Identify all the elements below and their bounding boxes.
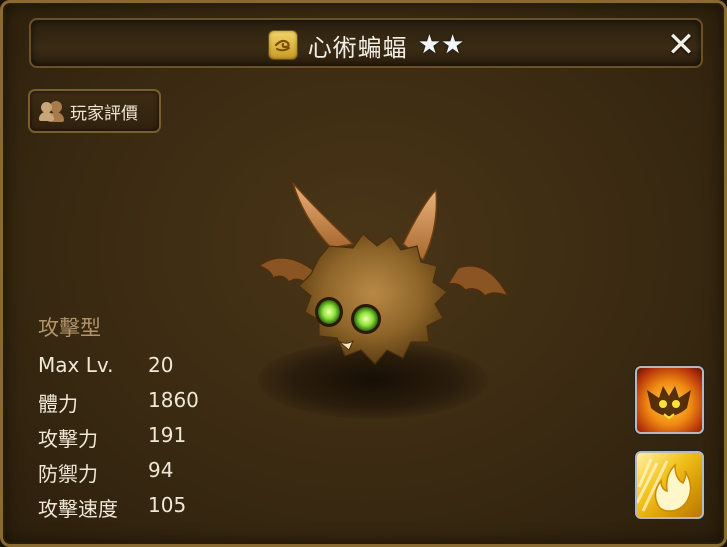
stat-value: 1860 bbox=[148, 388, 199, 412]
close-button[interactable]: ✕ bbox=[663, 27, 699, 63]
title-group: 心術蝙蝠 ★ ★ bbox=[31, 20, 701, 70]
stat-value: 191 bbox=[148, 423, 187, 447]
close-icon: ✕ bbox=[666, 25, 696, 65]
stat-label: 防禦力 bbox=[38, 462, 98, 486]
player-review-label: 玩家評價 bbox=[70, 103, 138, 124]
star-rating: ★ ★ bbox=[418, 32, 465, 58]
star-icon: ★ bbox=[441, 30, 465, 60]
star-icon: ★ bbox=[417, 30, 441, 60]
stat-label: 體力 bbox=[38, 392, 78, 416]
skill-1-button[interactable] bbox=[635, 366, 704, 434]
stat-label: Max Lv. bbox=[38, 353, 114, 377]
monster-name-title: 心術蝙蝠 bbox=[307, 33, 408, 62]
player-review-button[interactable]: 玩家評價 bbox=[28, 89, 161, 133]
wind-swirl-icon bbox=[274, 39, 290, 52]
players-icon bbox=[39, 100, 64, 122]
wind-element-icon bbox=[267, 30, 298, 60]
stat-value: 20 bbox=[148, 353, 174, 377]
monster-model-image bbox=[257, 182, 510, 365]
skill-2-button[interactable] bbox=[635, 451, 704, 519]
stat-label: 攻擊力 bbox=[38, 427, 98, 451]
title-bar: 心術蝙蝠 ★ ★ bbox=[29, 18, 703, 68]
stat-label: 攻擊速度 bbox=[38, 497, 118, 521]
monster-type-label: 攻擊型 bbox=[38, 316, 101, 340]
monster-info-panel: 心術蝙蝠 ★ ★ ✕ 玩家評價 攻擊型 Max Lv. 20 體力 1860 攻… bbox=[0, 0, 727, 547]
bat-screech-skill-icon bbox=[647, 386, 691, 420]
stat-value: 105 bbox=[148, 493, 187, 517]
stat-value: 94 bbox=[148, 458, 174, 482]
flame-burst-skill-icon bbox=[637, 458, 692, 512]
